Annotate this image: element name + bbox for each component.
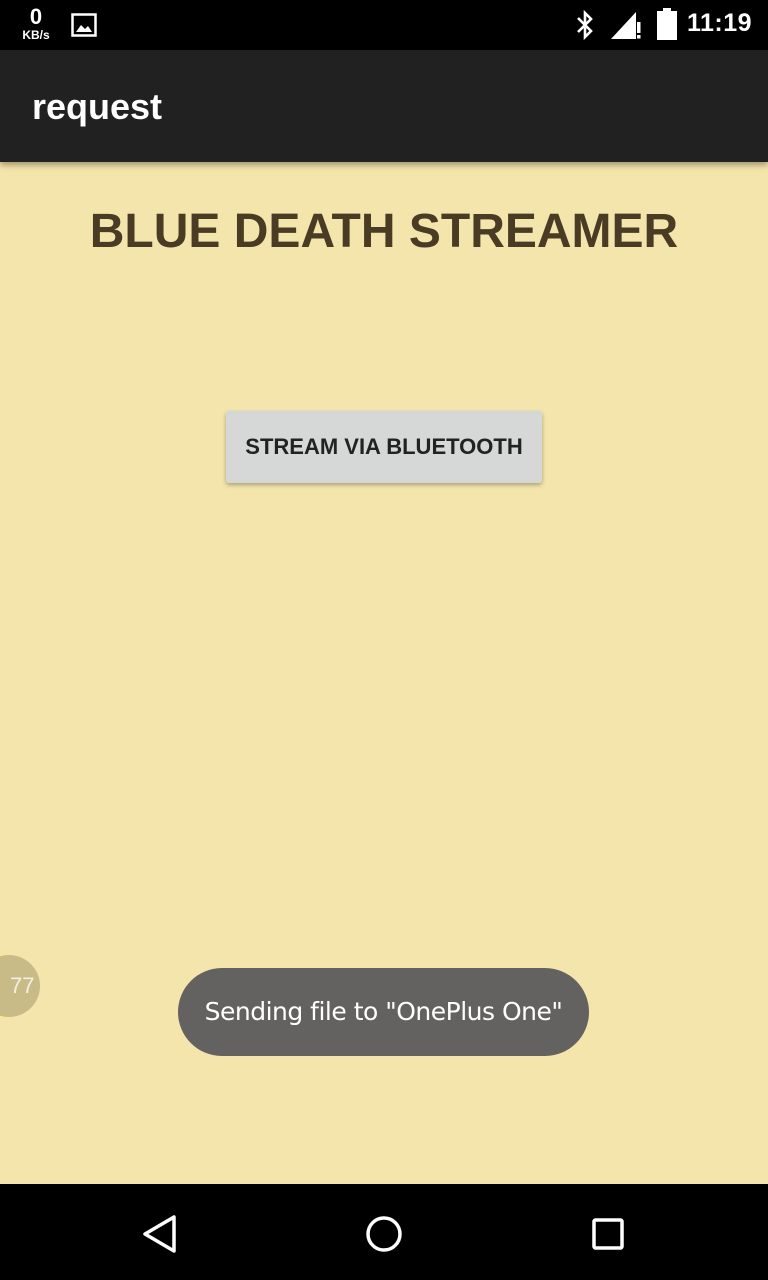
bluetooth-icon xyxy=(577,10,593,40)
app-bar: request xyxy=(0,50,768,162)
app-title: request xyxy=(32,86,163,127)
signal-icon xyxy=(611,12,641,39)
screen: 0 KB/s 11:19 request BLUE DEATH STREAMER… xyxy=(0,0,768,1280)
main-content: BLUE DEATH STREAMER STREAM VIA BLUETOOTH… xyxy=(0,162,768,1184)
network-speed-unit: KB/s xyxy=(22,28,50,42)
home-icon[interactable] xyxy=(362,1212,406,1256)
recents-icon[interactable] xyxy=(586,1212,630,1256)
stream-via-bluetooth-button[interactable]: STREAM VIA BLUETOOTH xyxy=(226,411,542,483)
status-clock: 11:19 xyxy=(686,9,752,37)
page-heading: BLUE DEATH STREAMER xyxy=(89,205,679,258)
network-speed-indicator: 0 KB/s xyxy=(16,4,56,42)
toast-message: Sending file to "OnePlus One" xyxy=(178,968,589,1056)
back-icon[interactable] xyxy=(138,1212,182,1256)
floating-bubble-count: 77 xyxy=(10,973,35,998)
network-speed-value: 0 xyxy=(29,4,43,29)
battery-icon xyxy=(657,8,677,40)
navigation-bar xyxy=(0,1184,768,1280)
status-bar: 0 KB/s 11:19 xyxy=(0,0,768,50)
gallery-icon xyxy=(71,13,97,37)
floating-bubble[interactable]: 77 xyxy=(0,955,40,1017)
